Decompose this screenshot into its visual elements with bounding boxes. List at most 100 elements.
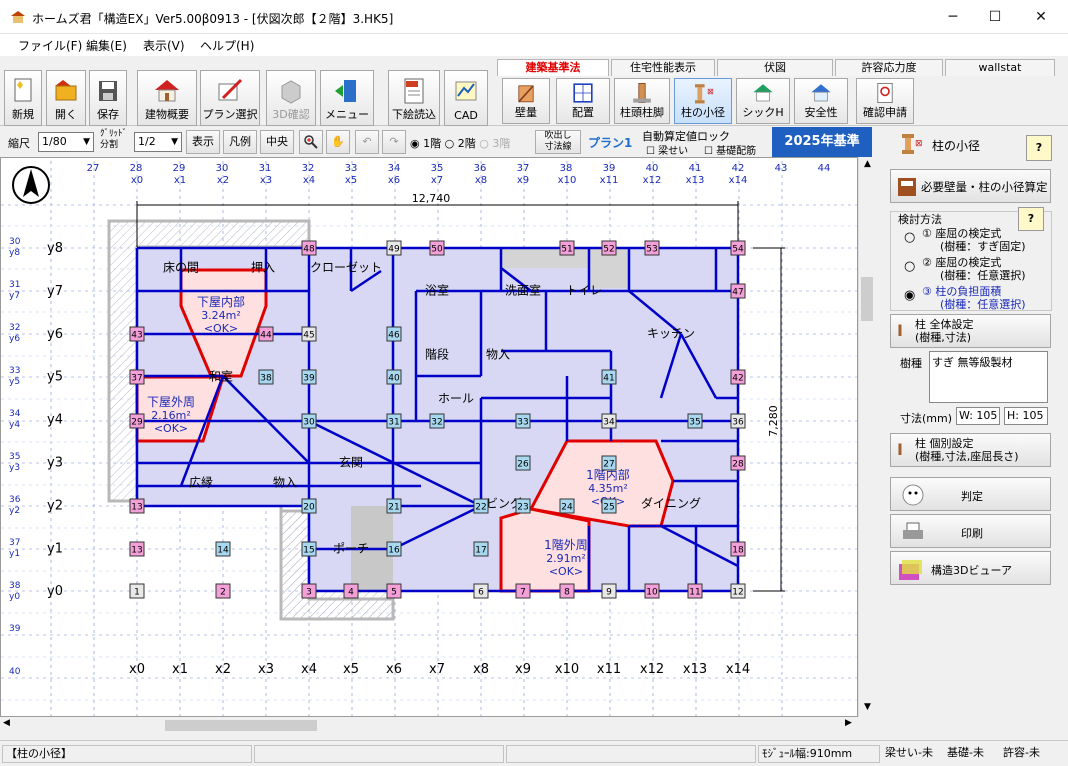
floor-radio-group: ◉ 1階 ○ 2階 ○ 3階 (410, 137, 511, 150)
column-joint-button[interactable]: 柱頭柱脚 (614, 78, 670, 124)
column-number: 44 (260, 331, 272, 341)
printer-icon (903, 522, 923, 539)
radio-button[interactable]: ◉ (904, 289, 915, 302)
column-global-setting-button[interactable]: I 柱 全体設定 (樹種,寸法) (890, 314, 1051, 348)
scroll-down-arrow[interactable]: ▼ (859, 702, 876, 712)
column-diameter-button[interactable]: ⊠ 柱の小径 (674, 78, 732, 124)
zone-area: 3.24m² (201, 309, 241, 322)
column-number: 15 (303, 546, 314, 556)
print-button[interactable]: 印刷 (890, 514, 1051, 548)
minimize-button[interactable]: ─ (930, 0, 976, 34)
help-button[interactable]: ? (1026, 135, 1052, 161)
undo-button[interactable]: ↶ (355, 130, 379, 154)
redo-button[interactable]: ↷ (382, 130, 406, 154)
grid-number: 34 (388, 163, 401, 174)
column-diameter-icon: ⊠ (695, 84, 714, 104)
method-option-1[interactable]: ○ ① 座屈の検定式 (樹種：すぎ固定) (904, 227, 1048, 255)
menu-view[interactable]: 表示(V) (143, 37, 185, 54)
scrollbar-thumb[interactable] (165, 720, 317, 731)
calc-button[interactable]: 必要壁量・柱の小径算定 (890, 169, 1051, 203)
room-label: 洗面室 (505, 283, 541, 298)
zone-result: <OK> (154, 422, 188, 435)
menu-help[interactable]: ヘルプ(H) (200, 37, 254, 54)
column-number: 48 (303, 245, 315, 255)
x-label: x12 (643, 175, 662, 186)
foundation-checkbox[interactable]: ☐ 基礎配筋 (704, 142, 756, 157)
column-individual-setting-button[interactable]: I 柱 個別設定 (樹種,寸法,座屈長さ) (890, 433, 1051, 467)
sick-house-button[interactable]: シックH (736, 78, 790, 124)
horizontal-scrollbar[interactable]: ◀ ▶ (0, 717, 858, 734)
floor-plan[interactable]: 12,740 7,280 27 28 29 30 31 32 33 34 35 36 37 38 39 4… (1, 158, 858, 717)
column-number: 13 (131, 503, 142, 513)
menu-edit[interactable]: 編集(E) (86, 37, 127, 54)
method-option-3[interactable]: ◉ ③ 柱の負担面積 (樹種：任意選択) (904, 285, 1048, 313)
3d-viewer-button[interactable]: 構造3Dビューア (890, 551, 1051, 585)
layout-icon (573, 83, 593, 103)
tab-wallstat[interactable]: wallstat (945, 59, 1055, 76)
menu-file[interactable]: ファイル(F) (18, 37, 82, 54)
column-number: 30 (303, 418, 315, 428)
building-overview-button[interactable]: 建物概要 (137, 70, 197, 126)
open-folder-icon (55, 80, 77, 101)
x-axis-label: x14 (726, 662, 750, 677)
room-label: 押入 (251, 261, 275, 275)
floor1-radio[interactable]: ◉ (410, 137, 423, 150)
tab-building-standard[interactable]: 建築基準法 (497, 59, 609, 76)
y-axis-label: y6 (47, 327, 63, 342)
underlay-import-button[interactable]: 下絵読込 (388, 70, 440, 126)
panel-title: 柱の小径 (932, 139, 981, 153)
x-label: x13 (686, 175, 705, 186)
display-button[interactable]: 表示 (186, 130, 220, 154)
method-option-2[interactable]: ○ ② 座屈の検定式 (樹種：任意選択) (904, 256, 1048, 284)
height-field[interactable]: H: 105 (1004, 407, 1048, 425)
grid-division-select[interactable]: 1/2 ▼ (134, 132, 182, 152)
jpg-import-icon (404, 78, 424, 104)
scale-select[interactable]: 1/80 ▼ (38, 132, 94, 152)
application-button[interactable]: 確認申請 (856, 78, 914, 124)
maximize-button[interactable]: ☐ (972, 0, 1018, 34)
column-number: 42 (732, 374, 743, 384)
scroll-up-arrow[interactable]: ▲ (859, 159, 876, 169)
column-number: 11 (689, 588, 700, 598)
column-number: 40 (388, 374, 400, 384)
vertical-scrollbar[interactable]: ▲ ▼ (858, 157, 875, 717)
radio-button[interactable]: ○ (904, 260, 915, 273)
floor3-radio[interactable]: ○ (479, 137, 492, 150)
scroll-right-arrow[interactable]: ▶ (845, 718, 852, 728)
balloon-dimension-button[interactable]: 吹出し 寸法線 (535, 130, 581, 154)
center-button[interactable]: 中央 (260, 130, 294, 154)
scroll-left-arrow[interactable]: ◀ (3, 718, 10, 728)
save-button[interactable]: 保存 (89, 70, 127, 126)
column-number: 16 (388, 546, 400, 556)
layout-button[interactable]: 配置 (556, 78, 610, 124)
scrollbar-thumb[interactable] (861, 277, 873, 321)
tab-housing-performance[interactable]: 住宅性能表示 (611, 59, 715, 76)
tab-framing[interactable]: 伏図 (717, 59, 833, 76)
menu-button[interactable]: メニュー (320, 70, 374, 126)
drawing-canvas[interactable]: 12,740 7,280 27 28 29 30 31 32 33 34 35 36 37 38 39 4… (0, 157, 858, 717)
3d-check-button[interactable]: 3D確認 (266, 70, 316, 126)
tab-allowable-stress[interactable]: 許容応力度 (835, 59, 943, 76)
floor2-radio[interactable]: ○ (445, 137, 458, 150)
width-field[interactable]: W: 105 (956, 407, 1000, 425)
grid-number: 32 (9, 323, 20, 333)
radio-button[interactable]: ○ (904, 231, 915, 244)
undo-icon: ↶ (362, 135, 372, 148)
beam-checkbox[interactable]: ☐ 梁せい (646, 142, 688, 157)
safety-button[interactable]: 安全性 (794, 78, 848, 124)
grid-number: 34 (9, 409, 21, 419)
cad-button[interactable]: CAD (444, 70, 488, 126)
pan-button[interactable]: ✋ (326, 130, 350, 154)
x-axis-label: x10 (555, 662, 579, 677)
legend-button[interactable]: 凡例 (223, 130, 257, 154)
open-button[interactable]: 開く (46, 70, 86, 126)
new-button[interactable]: 新規 (4, 70, 42, 126)
overall-height: 7,280 (767, 405, 780, 437)
grid-number: 39 (603, 163, 616, 174)
plan-select-button[interactable]: プラン選択 (200, 70, 260, 126)
wall-amount-button[interactable]: 壁量 (502, 78, 550, 124)
judge-button[interactable]: 判定 (890, 477, 1051, 511)
species-field[interactable]: すぎ 無等級製材 (929, 351, 1048, 403)
close-button[interactable]: ✕ (1018, 0, 1064, 34)
zoom-button[interactable] (299, 130, 323, 154)
